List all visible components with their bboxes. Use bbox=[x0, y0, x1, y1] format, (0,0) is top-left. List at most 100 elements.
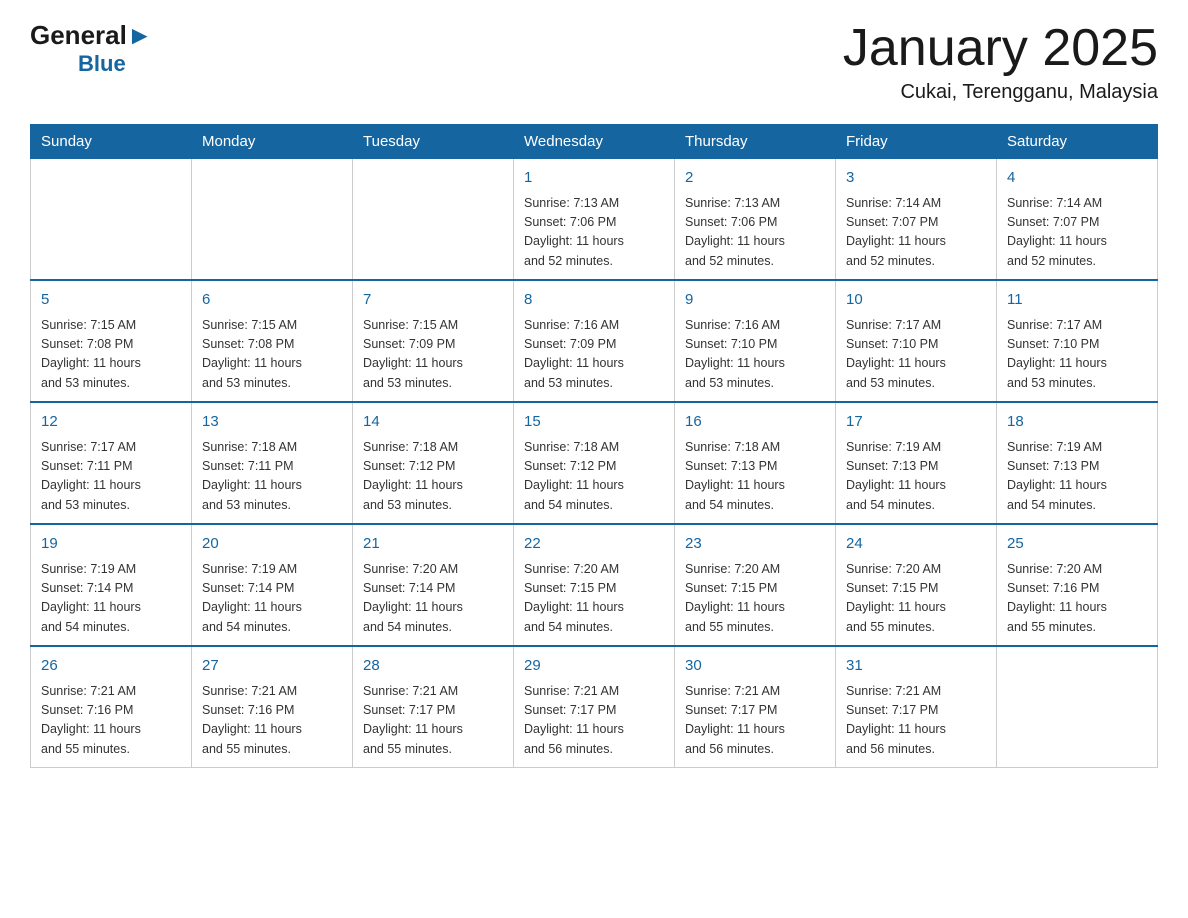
day-number: 11 bbox=[1007, 289, 1147, 312]
day-info: Sunrise: 7:21 AM Sunset: 7:16 PM Dayligh… bbox=[202, 682, 342, 760]
day-info: Sunrise: 7:18 AM Sunset: 7:12 PM Dayligh… bbox=[363, 438, 503, 516]
calendar-cell: 4Sunrise: 7:14 AM Sunset: 7:07 PM Daylig… bbox=[997, 159, 1158, 281]
day-info: Sunrise: 7:21 AM Sunset: 7:17 PM Dayligh… bbox=[524, 682, 664, 760]
day-info: Sunrise: 7:13 AM Sunset: 7:06 PM Dayligh… bbox=[524, 194, 664, 272]
day-number: 19 bbox=[41, 533, 181, 556]
calendar-table: SundayMondayTuesdayWednesdayThursdayFrid… bbox=[30, 124, 1158, 768]
calendar-cell: 23Sunrise: 7:20 AM Sunset: 7:15 PM Dayli… bbox=[675, 524, 836, 646]
calendar-cell: 3Sunrise: 7:14 AM Sunset: 7:07 PM Daylig… bbox=[836, 159, 997, 281]
title-section: January 2025 Cukai, Terengganu, Malaysia bbox=[843, 20, 1158, 104]
day-info: Sunrise: 7:14 AM Sunset: 7:07 PM Dayligh… bbox=[846, 194, 986, 272]
calendar-cell: 1 Sunrise: 7:13 AM Sunset: 7:06 PM Daylig… bbox=[514, 159, 675, 281]
day-info: Sunrise: 7:20 AM Sunset: 7:15 PM Dayligh… bbox=[524, 560, 664, 638]
month-title: January 2025 bbox=[843, 20, 1158, 77]
calendar-cell bbox=[997, 646, 1158, 768]
day-number: 28 bbox=[363, 655, 503, 678]
day-number: 21 bbox=[363, 533, 503, 556]
calendar-cell: 10Sunrise: 7:17 AM Sunset: 7:10 PM Dayli… bbox=[836, 280, 997, 402]
calendar-cell: 11 Sunrise: 7:17 AM Sunset: 7:10 PM Dayli… bbox=[997, 280, 1158, 402]
day-info: Sunrise: 7:16 AM Sunset: 7:10 PM Dayligh… bbox=[685, 316, 825, 394]
day-info: Sunrise: 7:21 AM Sunset: 7:17 PM Dayligh… bbox=[363, 682, 503, 760]
calendar-cell: 29 Sunrise: 7:21 AM Sunset: 7:17 PM Dayli… bbox=[514, 646, 675, 768]
calendar-cell: 8 Sunrise: 7:16 AM Sunset: 7:09 PM Daylig… bbox=[514, 280, 675, 402]
day-number: 6 bbox=[202, 289, 342, 312]
day-number: 13 bbox=[202, 411, 342, 434]
day-header-tuesday: Tuesday bbox=[353, 125, 514, 159]
day-number: 2 bbox=[685, 167, 825, 190]
day-info: Sunrise: 7:13 AM Sunset: 7:06 PM Dayligh… bbox=[685, 194, 825, 272]
day-info: Sunrise: 7:21 AM Sunset: 7:16 PM Dayligh… bbox=[41, 682, 181, 760]
day-info: Sunrise: 7:19 AM Sunset: 7:14 PM Dayligh… bbox=[41, 560, 181, 638]
day-info: Sunrise: 7:21 AM Sunset: 7:17 PM Dayligh… bbox=[685, 682, 825, 760]
calendar-cell: 20Sunrise: 7:19 AM Sunset: 7:14 PM Dayli… bbox=[192, 524, 353, 646]
day-info: Sunrise: 7:16 AM Sunset: 7:09 PM Dayligh… bbox=[524, 316, 664, 394]
calendar-cell: 21 Sunrise: 7:20 AM Sunset: 7:14 PM Dayli… bbox=[353, 524, 514, 646]
day-header-wednesday: Wednesday bbox=[514, 125, 675, 159]
calendar-cell: 22Sunrise: 7:20 AM Sunset: 7:15 PM Dayli… bbox=[514, 524, 675, 646]
calendar-week-row: 12 Sunrise: 7:17 AM Sunset: 7:11 PM Dayli… bbox=[31, 402, 1158, 524]
day-info: Sunrise: 7:14 AM Sunset: 7:07 PM Dayligh… bbox=[1007, 194, 1147, 272]
calendar-cell: 31 Sunrise: 7:21 AM Sunset: 7:17 PM Dayli… bbox=[836, 646, 997, 768]
day-info: Sunrise: 7:17 AM Sunset: 7:10 PM Dayligh… bbox=[1007, 316, 1147, 394]
day-number: 5 bbox=[41, 289, 181, 312]
calendar-cell: 9 Sunrise: 7:16 AM Sunset: 7:10 PM Daylig… bbox=[675, 280, 836, 402]
day-header-monday: Monday bbox=[192, 125, 353, 159]
calendar-cell: 7 Sunrise: 7:15 AM Sunset: 7:09 PM Daylig… bbox=[353, 280, 514, 402]
calendar-header-row: SundayMondayTuesdayWednesdayThursdayFrid… bbox=[31, 125, 1158, 159]
calendar-week-row: 5 Sunrise: 7:15 AM Sunset: 7:08 PM Daylig… bbox=[31, 280, 1158, 402]
calendar-cell bbox=[192, 159, 353, 281]
day-info: Sunrise: 7:19 AM Sunset: 7:13 PM Dayligh… bbox=[846, 438, 986, 516]
day-info: Sunrise: 7:18 AM Sunset: 7:13 PM Dayligh… bbox=[685, 438, 825, 516]
calendar-cell: 25 Sunrise: 7:20 AM Sunset: 7:16 PM Dayli… bbox=[997, 524, 1158, 646]
day-info: Sunrise: 7:19 AM Sunset: 7:13 PM Dayligh… bbox=[1007, 438, 1147, 516]
day-number: 18 bbox=[1007, 411, 1147, 434]
day-number: 9 bbox=[685, 289, 825, 312]
logo-blue-text: Blue bbox=[78, 51, 126, 77]
day-header-friday: Friday bbox=[836, 125, 997, 159]
day-number: 29 bbox=[524, 655, 664, 678]
day-number: 1 bbox=[524, 167, 664, 190]
day-info: Sunrise: 7:15 AM Sunset: 7:08 PM Dayligh… bbox=[41, 316, 181, 394]
calendar-cell: 30Sunrise: 7:21 AM Sunset: 7:17 PM Dayli… bbox=[675, 646, 836, 768]
calendar-cell: 12 Sunrise: 7:17 AM Sunset: 7:11 PM Dayli… bbox=[31, 402, 192, 524]
location-text: Cukai, Terengganu, Malaysia bbox=[843, 81, 1158, 104]
calendar-cell: 13 Sunrise: 7:18 AM Sunset: 7:11 PM Dayli… bbox=[192, 402, 353, 524]
day-info: Sunrise: 7:20 AM Sunset: 7:16 PM Dayligh… bbox=[1007, 560, 1147, 638]
calendar-cell: 6 Sunrise: 7:15 AM Sunset: 7:08 PM Daylig… bbox=[192, 280, 353, 402]
day-number: 12 bbox=[41, 411, 181, 434]
day-number: 25 bbox=[1007, 533, 1147, 556]
day-info: Sunrise: 7:18 AM Sunset: 7:12 PM Dayligh… bbox=[524, 438, 664, 516]
calendar-cell: 19 Sunrise: 7:19 AM Sunset: 7:14 PM Dayli… bbox=[31, 524, 192, 646]
day-number: 31 bbox=[846, 655, 986, 678]
page-header: General ► Blue January 2025 Cukai, Teren… bbox=[30, 20, 1158, 104]
day-number: 8 bbox=[524, 289, 664, 312]
day-info: Sunrise: 7:17 AM Sunset: 7:10 PM Dayligh… bbox=[846, 316, 986, 394]
day-number: 24 bbox=[846, 533, 986, 556]
calendar-cell: 17Sunrise: 7:19 AM Sunset: 7:13 PM Dayli… bbox=[836, 402, 997, 524]
calendar-cell: 18 Sunrise: 7:19 AM Sunset: 7:13 PM Dayli… bbox=[997, 402, 1158, 524]
day-number: 20 bbox=[202, 533, 342, 556]
calendar-cell: 14Sunrise: 7:18 AM Sunset: 7:12 PM Dayli… bbox=[353, 402, 514, 524]
day-info: Sunrise: 7:15 AM Sunset: 7:08 PM Dayligh… bbox=[202, 316, 342, 394]
calendar-cell: 26Sunrise: 7:21 AM Sunset: 7:16 PM Dayli… bbox=[31, 646, 192, 768]
day-number: 16 bbox=[685, 411, 825, 434]
day-info: Sunrise: 7:21 AM Sunset: 7:17 PM Dayligh… bbox=[846, 682, 986, 760]
day-info: Sunrise: 7:20 AM Sunset: 7:15 PM Dayligh… bbox=[846, 560, 986, 638]
calendar-cell: 5 Sunrise: 7:15 AM Sunset: 7:08 PM Daylig… bbox=[31, 280, 192, 402]
day-info: Sunrise: 7:20 AM Sunset: 7:14 PM Dayligh… bbox=[363, 560, 503, 638]
logo-arrow-icon: ► bbox=[127, 20, 153, 51]
day-number: 7 bbox=[363, 289, 503, 312]
day-info: Sunrise: 7:15 AM Sunset: 7:09 PM Dayligh… bbox=[363, 316, 503, 394]
day-info: Sunrise: 7:17 AM Sunset: 7:11 PM Dayligh… bbox=[41, 438, 181, 516]
calendar-cell: 15Sunrise: 7:18 AM Sunset: 7:12 PM Dayli… bbox=[514, 402, 675, 524]
calendar-cell: 16 Sunrise: 7:18 AM Sunset: 7:13 PM Dayli… bbox=[675, 402, 836, 524]
day-number: 27 bbox=[202, 655, 342, 678]
day-info: Sunrise: 7:18 AM Sunset: 7:11 PM Dayligh… bbox=[202, 438, 342, 516]
calendar-cell: 28 Sunrise: 7:21 AM Sunset: 7:17 PM Dayli… bbox=[353, 646, 514, 768]
logo: General ► Blue bbox=[30, 20, 153, 77]
logo-general-text: General bbox=[30, 20, 127, 51]
calendar-cell bbox=[31, 159, 192, 281]
calendar-week-row: 26Sunrise: 7:21 AM Sunset: 7:16 PM Dayli… bbox=[31, 646, 1158, 768]
day-header-sunday: Sunday bbox=[31, 125, 192, 159]
calendar-week-row: 19 Sunrise: 7:19 AM Sunset: 7:14 PM Dayli… bbox=[31, 524, 1158, 646]
